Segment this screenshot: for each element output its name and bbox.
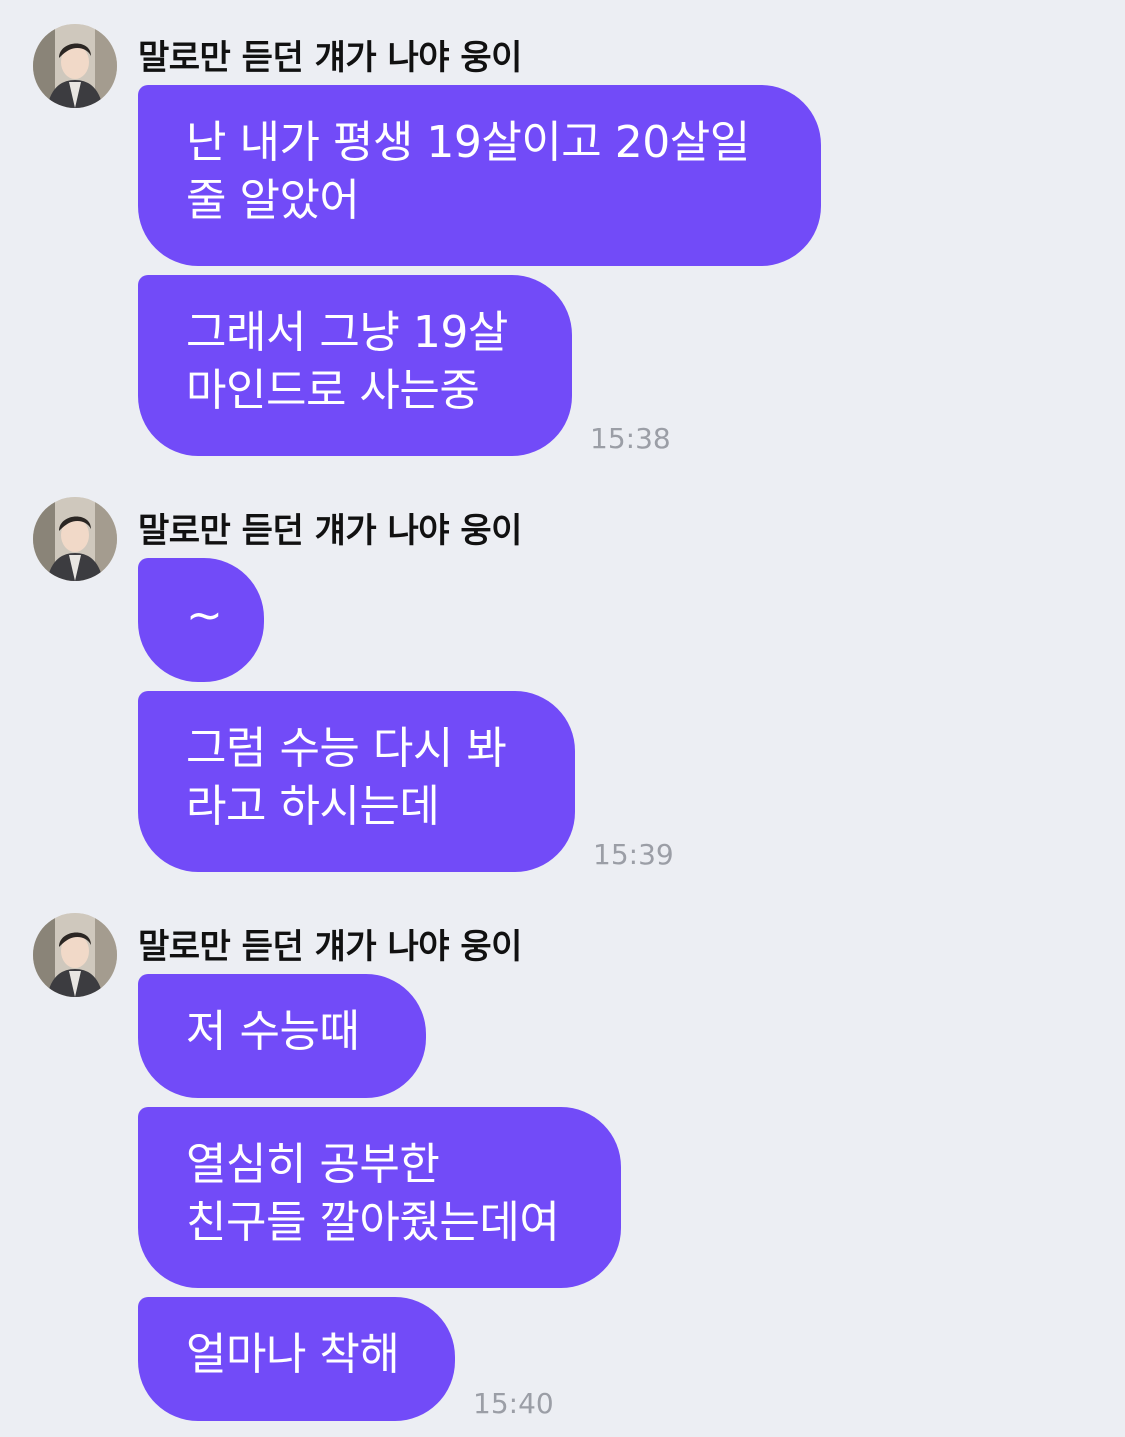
message-bubble[interactable]: 그럼 수능 다시 봐 라고 하시는데 [138,691,575,872]
message-timestamp: 15:40 [473,1387,554,1420]
sender-name: 말로만 듣던 걔가 나야 웅이 [138,511,522,551]
message-bubble[interactable]: 얼마나 착해 [138,1297,455,1421]
avatar[interactable] [33,497,117,581]
message-bubble[interactable]: 저 수능때 [138,974,426,1098]
message-bubble[interactable]: 난 내가 평생 19살이고 20살일 줄 알았어 [138,85,821,266]
message-timestamp: 15:38 [590,422,671,455]
avatar[interactable] [33,913,117,997]
message-bubble[interactable]: 그래서 그냥 19살 마인드로 사는중 [138,275,572,456]
message-timestamp: 15:39 [593,838,674,871]
message-bubble[interactable]: ~ [138,558,264,682]
sender-name: 말로만 듣던 걔가 나야 웅이 [138,38,522,78]
sender-name: 말로만 듣던 걔가 나야 웅이 [138,927,522,967]
avatar[interactable] [33,24,117,108]
message-bubble[interactable]: 열심히 공부한 친구들 깔아줬는데여 [138,1107,621,1288]
